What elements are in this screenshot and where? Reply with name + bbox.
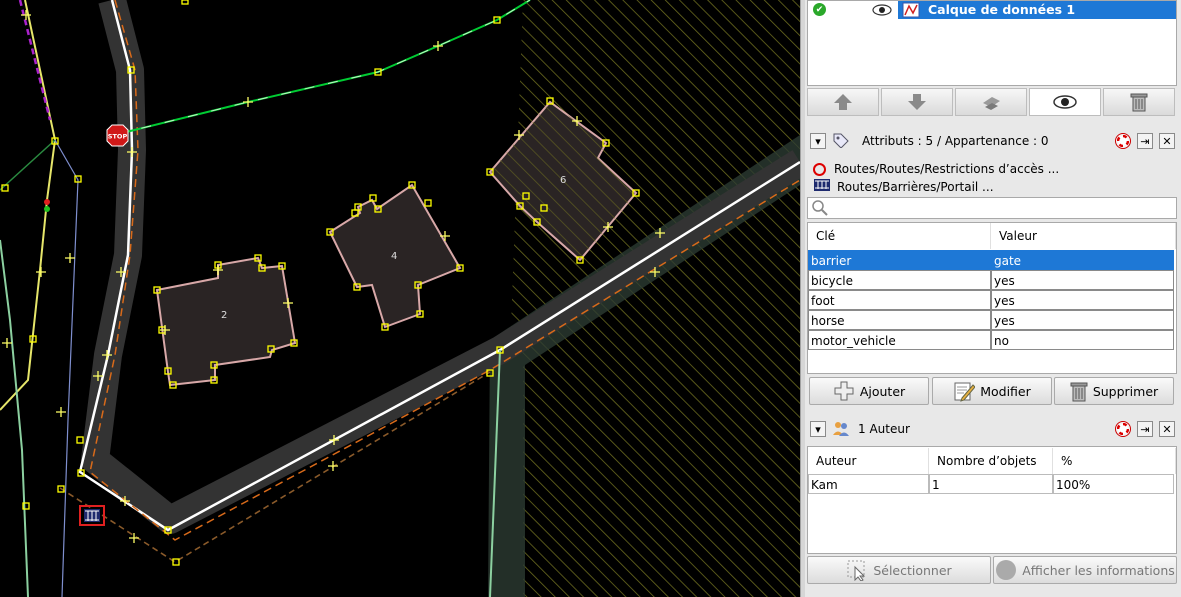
- preset-list: Routes/Routes/Restrictions d’accès ... R…: [813, 160, 1173, 196]
- preset-access-restrictions-label: Routes/Routes/Restrictions d’accès ...: [834, 162, 1060, 176]
- help-lifebuoy-icon[interactable]: [1115, 133, 1131, 149]
- table-row[interactable]: motor_vehicle no: [808, 330, 1174, 350]
- delete-layer-button[interactable]: [1103, 88, 1175, 116]
- table-row[interactable]: barrier gate: [808, 250, 1174, 270]
- trash-icon: [1130, 93, 1148, 112]
- table-row[interactable]: horse yes: [808, 310, 1174, 330]
- move-up-button[interactable]: [807, 88, 879, 116]
- show-info-button[interactable]: Afficher les informations: [993, 556, 1177, 584]
- column-header-percent[interactable]: %: [1053, 448, 1176, 474]
- eye-icon: [1053, 95, 1077, 109]
- data-layer-icon: [902, 2, 920, 23]
- close-icon[interactable]: ✕: [1159, 421, 1175, 437]
- users-icon: [832, 420, 850, 439]
- add-tag-label: Ajouter: [859, 383, 906, 399]
- active-check-icon[interactable]: ✔: [813, 3, 826, 16]
- select-button[interactable]: Sélectionner: [807, 556, 991, 584]
- select-cursor-icon: [847, 560, 866, 581]
- tag-key[interactable]: motor_vehicle: [808, 330, 991, 350]
- authors-table[interactable]: Auteur Nombre d’objets % Kam 1 100%: [807, 446, 1177, 554]
- column-header-value[interactable]: Valeur: [991, 223, 1176, 249]
- tag-value[interactable]: yes: [991, 270, 1174, 290]
- column-header-key[interactable]: Clé: [808, 223, 991, 249]
- building-2[interactable]: [155, 256, 297, 387]
- sidebar: ✔ Calque de données 1 ▾ Attributs: 5 / …: [805, 0, 1181, 597]
- author-name[interactable]: Kam: [808, 474, 929, 494]
- map-view[interactable]: 2 4 6 STOP: [0, 0, 800, 597]
- edit-tag-label: Modifier: [980, 383, 1031, 399]
- trash-icon: [1070, 382, 1088, 402]
- preset-access-restrictions[interactable]: Routes/Routes/Restrictions d’accès ...: [813, 160, 1173, 178]
- tag-icon: [832, 132, 850, 151]
- plus-icon: [834, 381, 854, 401]
- access-restriction-icon: [813, 162, 826, 176]
- delete-tag-button[interactable]: Supprimer: [1054, 377, 1174, 405]
- select-label: Sélectionner: [873, 562, 952, 578]
- attributes-panel-title: Attributs : 5 / Appartenance : 0: [862, 134, 1049, 148]
- tag-search-field[interactable]: [807, 197, 1177, 219]
- tag-key[interactable]: barrier: [808, 250, 991, 270]
- show-info-label: Afficher les informations: [1022, 562, 1175, 578]
- author-object-count[interactable]: 1: [929, 474, 1053, 494]
- selected-gate-node[interactable]: [79, 505, 105, 526]
- column-header-count[interactable]: Nombre d’objets: [929, 448, 1053, 474]
- tag-key[interactable]: horse: [808, 310, 991, 330]
- green-path[interactable]: [117, 0, 531, 135]
- tag-key[interactable]: bicycle: [808, 270, 991, 290]
- edit-pencil-icon: [954, 382, 976, 402]
- help-lifebuoy-icon[interactable]: [1115, 421, 1131, 437]
- table-row[interactable]: Kam 1 100%: [808, 474, 1174, 494]
- blue-line: [54, 139, 79, 597]
- preset-gate[interactable]: Routes/Barrières/Portail ...: [813, 178, 1173, 196]
- tag-key[interactable]: foot: [808, 290, 991, 310]
- visibility-eye-icon[interactable]: [872, 2, 892, 21]
- arrow-up-icon: [834, 94, 852, 110]
- layer-list[interactable]: ✔ Calque de données 1: [807, 0, 1177, 86]
- add-tag-button[interactable]: Ajouter: [809, 377, 929, 405]
- table-row[interactable]: foot yes: [808, 290, 1174, 310]
- purple-boundary: [18, 0, 52, 121]
- building-label-4: 4: [391, 251, 397, 262]
- search-icon: [812, 200, 828, 216]
- tag-value[interactable]: no: [991, 330, 1174, 350]
- traffic-signal-red[interactable]: [44, 199, 50, 205]
- tag-value[interactable]: gate: [991, 250, 1174, 270]
- gate-icon: [813, 178, 831, 197]
- close-icon[interactable]: ✕: [1159, 133, 1175, 149]
- building-label-2: 2: [221, 310, 227, 321]
- yellow-road[interactable]: [0, 0, 57, 411]
- move-down-button[interactable]: [881, 88, 953, 116]
- collapse-toggle-icon[interactable]: ▾: [810, 133, 826, 149]
- table-row[interactable]: bicycle yes: [808, 270, 1174, 290]
- delete-tag-label: Supprimer: [1092, 383, 1159, 399]
- stop-sign-text: STOP: [108, 133, 128, 141]
- edit-tag-button[interactable]: Modifier: [932, 377, 1052, 405]
- authors-panel-title: 1 Auteur: [858, 422, 910, 436]
- merge-layer-button[interactable]: [955, 88, 1027, 116]
- column-header-author[interactable]: Auteur: [808, 448, 929, 474]
- green-path-white: [117, 0, 531, 135]
- collapse-toggle-icon[interactable]: ▾: [810, 421, 826, 437]
- map-canvas[interactable]: 2 4 6 STOP: [0, 0, 800, 597]
- building-label-6: 6: [560, 175, 566, 186]
- info-icon: [996, 560, 1017, 580]
- green-branch: [0, 139, 56, 191]
- layer-row[interactable]: ✔ Calque de données 1: [808, 1, 1176, 19]
- preset-gate-label: Routes/Barrières/Portail ...: [837, 180, 994, 194]
- detach-pin-icon[interactable]: ⇥: [1137, 133, 1153, 149]
- author-percent[interactable]: 100%: [1053, 474, 1174, 494]
- green-line-left: [0, 239, 29, 597]
- tag-value[interactable]: yes: [991, 290, 1174, 310]
- merge-icon: [983, 97, 1000, 110]
- tag-table[interactable]: Clé Valeur barrier gate bicycle yes foot…: [807, 222, 1177, 374]
- tag-value[interactable]: yes: [991, 310, 1174, 330]
- traffic-signal-green[interactable]: [44, 206, 50, 212]
- show-hide-button[interactable]: [1029, 88, 1101, 116]
- stop-sign-icon[interactable]: STOP: [106, 124, 129, 147]
- layer-name[interactable]: Calque de données 1: [898, 1, 1176, 19]
- arrow-down-icon: [908, 94, 926, 110]
- detach-pin-icon[interactable]: ⇥: [1137, 421, 1153, 437]
- layer-name-text: Calque de données 1: [928, 2, 1076, 17]
